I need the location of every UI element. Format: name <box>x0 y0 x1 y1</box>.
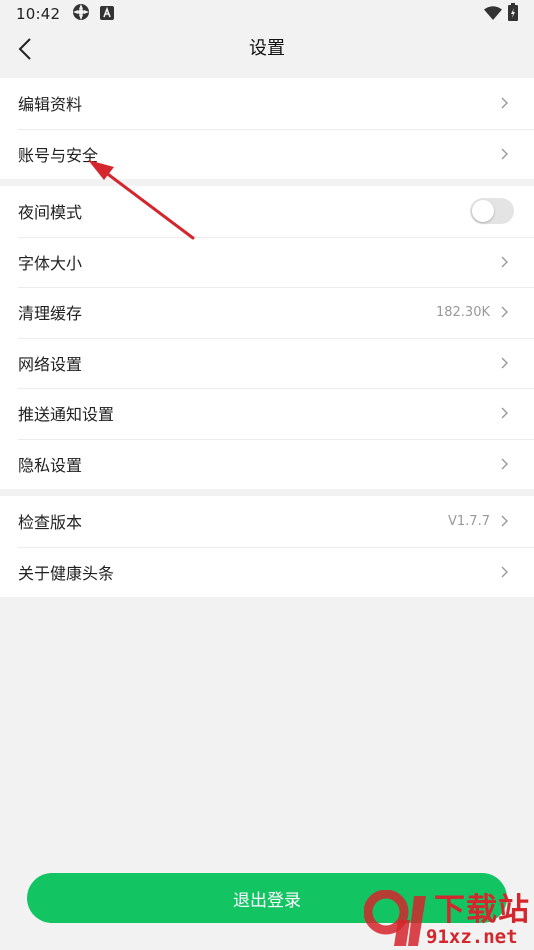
status-time: 10:42 <box>16 5 61 23</box>
night-mode-toggle[interactable] <box>470 198 514 225</box>
chevron-right-icon <box>498 255 512 269</box>
back-arrow-icon <box>18 38 31 60</box>
chevron-right-icon <box>498 305 512 319</box>
settings-item-label: 清理缓存 <box>18 304 83 324</box>
chevron-right-icon <box>498 514 512 528</box>
settings-item-label: 推送通知设置 <box>18 405 115 425</box>
chevron-right-icon <box>498 565 512 579</box>
back-button[interactable] <box>10 34 40 64</box>
settings-item-about[interactable]: 关于健康头条 <box>0 546 534 598</box>
settings-group-about: 检查版本 V1.7.7 关于健康头条 <box>0 496 534 597</box>
app-notification-icon <box>72 3 90 25</box>
settings-item-font-size[interactable]: 字体大小 <box>0 236 534 288</box>
app-header: 设置 <box>0 28 534 70</box>
settings-item-push-notifications[interactable]: 推送通知设置 <box>0 388 534 439</box>
version-value: V1.7.7 <box>448 513 490 529</box>
watermark-domain: 91xz.net <box>426 926 518 948</box>
settings-item-label: 隐私设置 <box>18 455 83 475</box>
settings-group-general: 夜间模式 字体大小 清理缓存 182.30K 网络设置 推送通知设置 隐私设置 <box>0 186 534 489</box>
watermark-brand: 下载站 <box>434 892 530 928</box>
settings-item-label: 网络设置 <box>18 354 83 374</box>
cache-size-value: 182.30K <box>435 304 490 320</box>
settings-item-check-version[interactable]: 检查版本 V1.7.7 <box>0 496 534 547</box>
settings-item-label: 编辑资料 <box>18 95 83 115</box>
settings-item-network[interactable]: 网络设置 <box>0 337 534 389</box>
chevron-right-icon <box>498 356 512 370</box>
settings-item-night-mode: 夜间模式 <box>0 186 534 237</box>
watermark-logo-icon <box>364 890 426 946</box>
chevron-right-icon <box>498 147 512 161</box>
a-notification-icon <box>100 5 115 24</box>
settings-item-clear-cache[interactable]: 清理缓存 182.30K <box>0 287 534 338</box>
settings-item-label: 关于健康头条 <box>18 563 115 583</box>
chevron-right-icon <box>498 406 512 420</box>
settings-item-label: 账号与安全 <box>18 145 99 165</box>
chevron-right-icon <box>498 457 512 471</box>
settings-item-edit-profile[interactable]: 编辑资料 <box>0 78 534 129</box>
wifi-icon <box>484 5 502 24</box>
toggle-knob <box>472 200 494 223</box>
site-watermark: 下载站 91xz.net <box>364 884 534 950</box>
settings-group-account: 编辑资料 账号与安全 <box>0 78 534 179</box>
settings-item-label: 字体大小 <box>18 253 83 273</box>
chevron-right-icon <box>498 96 512 110</box>
page-title: 设置 <box>249 38 285 59</box>
status-bar: 10:42 <box>0 0 534 28</box>
settings-item-label: 检查版本 <box>18 513 83 533</box>
settings-item-account-security[interactable]: 账号与安全 <box>0 128 534 180</box>
battery-icon <box>508 3 518 25</box>
settings-item-label: 夜间模式 <box>18 203 83 223</box>
settings-item-privacy[interactable]: 隐私设置 <box>0 438 534 490</box>
